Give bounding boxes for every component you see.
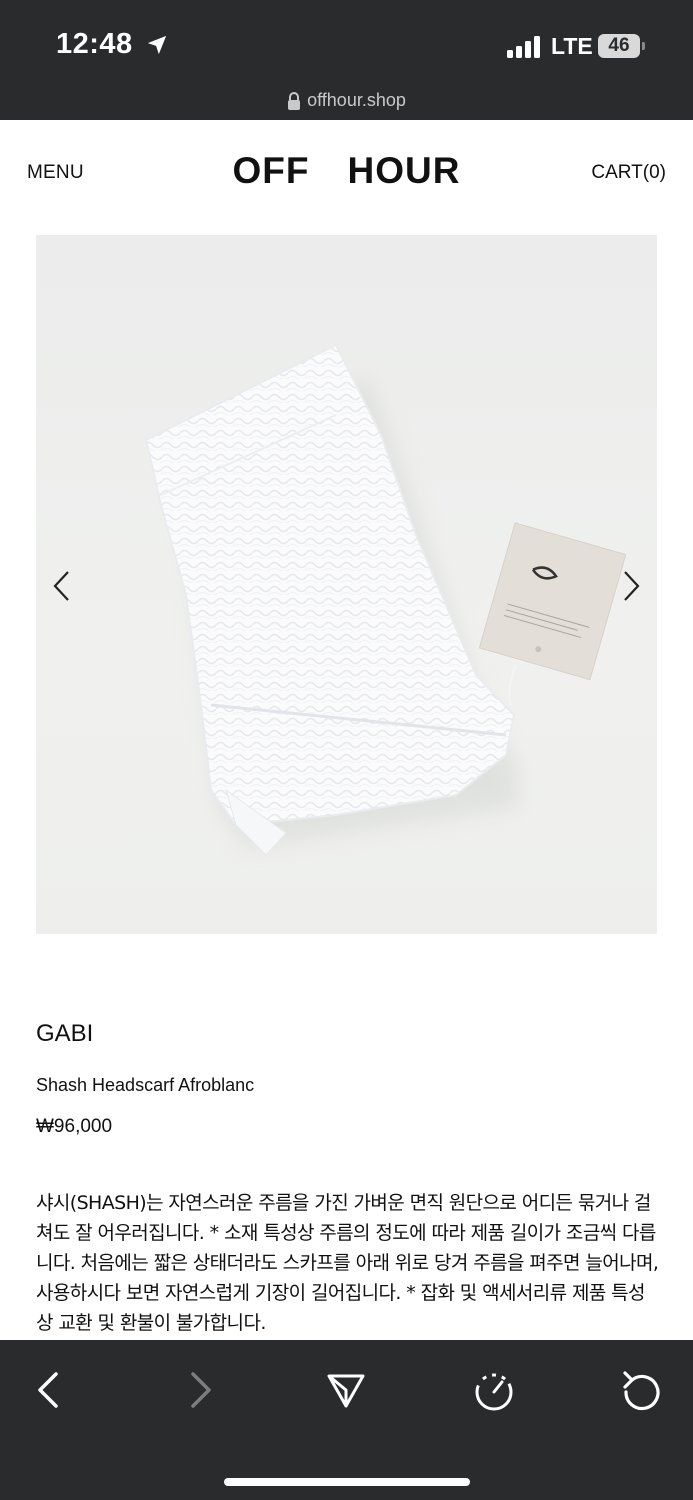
product-brand: GABI <box>36 1020 94 1047</box>
site-header: MENU OFF HOUR CART(0) <box>0 120 693 228</box>
send-icon[interactable] <box>324 1368 368 1412</box>
forward-chevron-icon[interactable] <box>177 1368 221 1412</box>
product-image-carousel[interactable] <box>36 235 657 934</box>
lock-icon <box>288 91 301 110</box>
product-price: ₩96,000 <box>36 1116 113 1137</box>
logo-word-off: OFF <box>232 150 310 191</box>
location-arrow-icon <box>147 35 167 55</box>
site-logo[interactable]: OFF HOUR <box>0 150 693 192</box>
chevron-left-icon[interactable] <box>50 568 74 604</box>
product-photo <box>144 343 627 856</box>
status-bar: 12:48 LTE 46 <box>0 0 693 88</box>
cart-button[interactable]: CART(0) <box>591 162 666 184</box>
product-description: 샤시(SHASH)는 자연스러운 주름을 가진 가벼운 면직 원단으로 어디든 … <box>36 1192 659 1334</box>
timer-icon[interactable] <box>472 1368 516 1412</box>
battery-tip <box>642 42 645 50</box>
address-bar[interactable]: offhour.shop <box>0 88 693 120</box>
reload-icon[interactable] <box>620 1368 664 1412</box>
battery-indicator: 46 <box>598 34 640 58</box>
browser-toolbar <box>0 1340 693 1500</box>
network-type: LTE <box>551 33 593 59</box>
product-name: Shash Headscarf Afroblanc <box>36 1075 255 1095</box>
back-chevron-icon[interactable] <box>28 1368 72 1412</box>
signal-bars-icon <box>507 36 540 58</box>
url-text: offhour.shop <box>307 90 406 110</box>
status-time: 12:48 <box>56 28 133 60</box>
chevron-right-icon[interactable] <box>619 568 643 604</box>
home-indicator <box>224 1478 470 1486</box>
logo-word-hour: HOUR <box>347 150 461 191</box>
